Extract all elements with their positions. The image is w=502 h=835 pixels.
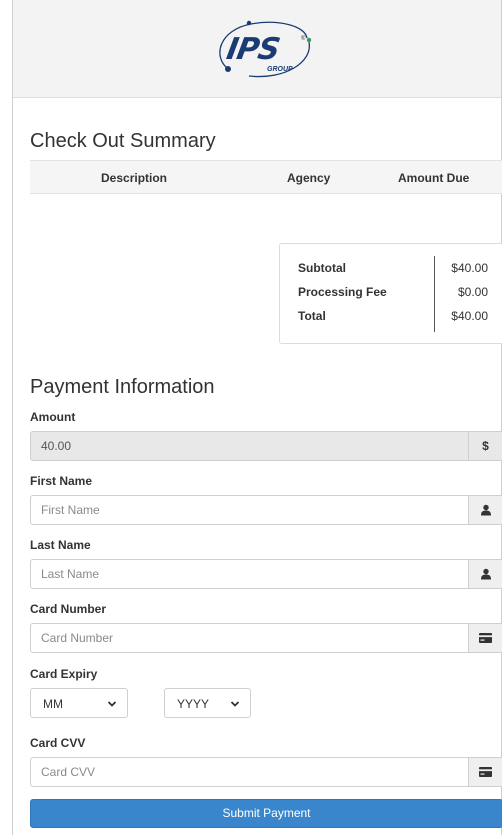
checkout-summary-title: Check Out Summary (30, 130, 216, 152)
payment-page: IPS ® GROUP Check Out Summary Descriptio… (12, 0, 502, 835)
amount-field: $ (30, 431, 502, 461)
credit-card-icon (468, 758, 502, 786)
last-name-input[interactable] (31, 560, 463, 588)
payment-information-title: Payment Information (30, 376, 215, 398)
summary-value: $40.00 (451, 309, 488, 323)
card-expiry-label: Card Expiry (30, 667, 98, 681)
amount-input (31, 432, 463, 460)
summary-row-subtotal: Subtotal $40.00 (298, 261, 488, 275)
card-number-field (30, 623, 502, 653)
card-number-label: Card Number (30, 602, 107, 616)
logo-registered-mark: ® (301, 36, 306, 42)
logo-text: IPS (223, 32, 282, 67)
column-header-agency: Agency (287, 171, 331, 185)
last-name-label: Last Name (30, 538, 91, 552)
user-icon (468, 560, 502, 588)
card-cvv-field (30, 757, 502, 787)
user-icon (468, 496, 502, 524)
ips-group-logo[interactable]: IPS ® GROUP (209, 18, 321, 84)
card-cvv-input[interactable] (31, 758, 463, 786)
logo-subtext: GROUP (267, 66, 293, 73)
totals-summary-box: Subtotal $40.00 Processing Fee $0.00 Tot… (279, 243, 502, 344)
first-name-input[interactable] (31, 496, 463, 524)
summary-label: Subtotal (298, 261, 346, 275)
first-name-label: First Name (30, 474, 93, 488)
credit-card-icon (468, 624, 502, 652)
summary-label: Processing Fee (298, 285, 387, 299)
summary-row-processing-fee: Processing Fee $0.00 (298, 285, 488, 299)
first-name-field (30, 495, 502, 525)
expiry-month-value: MM (43, 697, 63, 711)
card-number-input[interactable] (31, 624, 463, 652)
amount-label: Amount (30, 410, 76, 424)
summary-value: $40.00 (451, 261, 488, 275)
column-header-amount-due: Amount Due (398, 171, 470, 185)
summary-value: $0.00 (457, 285, 488, 299)
chevron-down-icon (230, 698, 240, 712)
dollar-icon: $ (468, 432, 502, 460)
expiry-month-select[interactable]: MM (30, 688, 128, 718)
last-name-field (30, 559, 502, 589)
summary-row-total: Total $40.00 (298, 309, 488, 323)
checkout-table-header: Description Agency Amount Due (30, 160, 502, 194)
summary-label: Total (298, 309, 326, 323)
header: IPS ® GROUP (13, 0, 501, 98)
submit-payment-button[interactable]: Submit Payment (30, 799, 502, 828)
expiry-year-select[interactable]: YYYY (164, 688, 251, 718)
card-cvv-label: Card CVV (30, 736, 86, 750)
chevron-down-icon (107, 698, 117, 712)
expiry-year-value: YYYY (177, 697, 210, 711)
column-header-description: Description (101, 171, 168, 185)
